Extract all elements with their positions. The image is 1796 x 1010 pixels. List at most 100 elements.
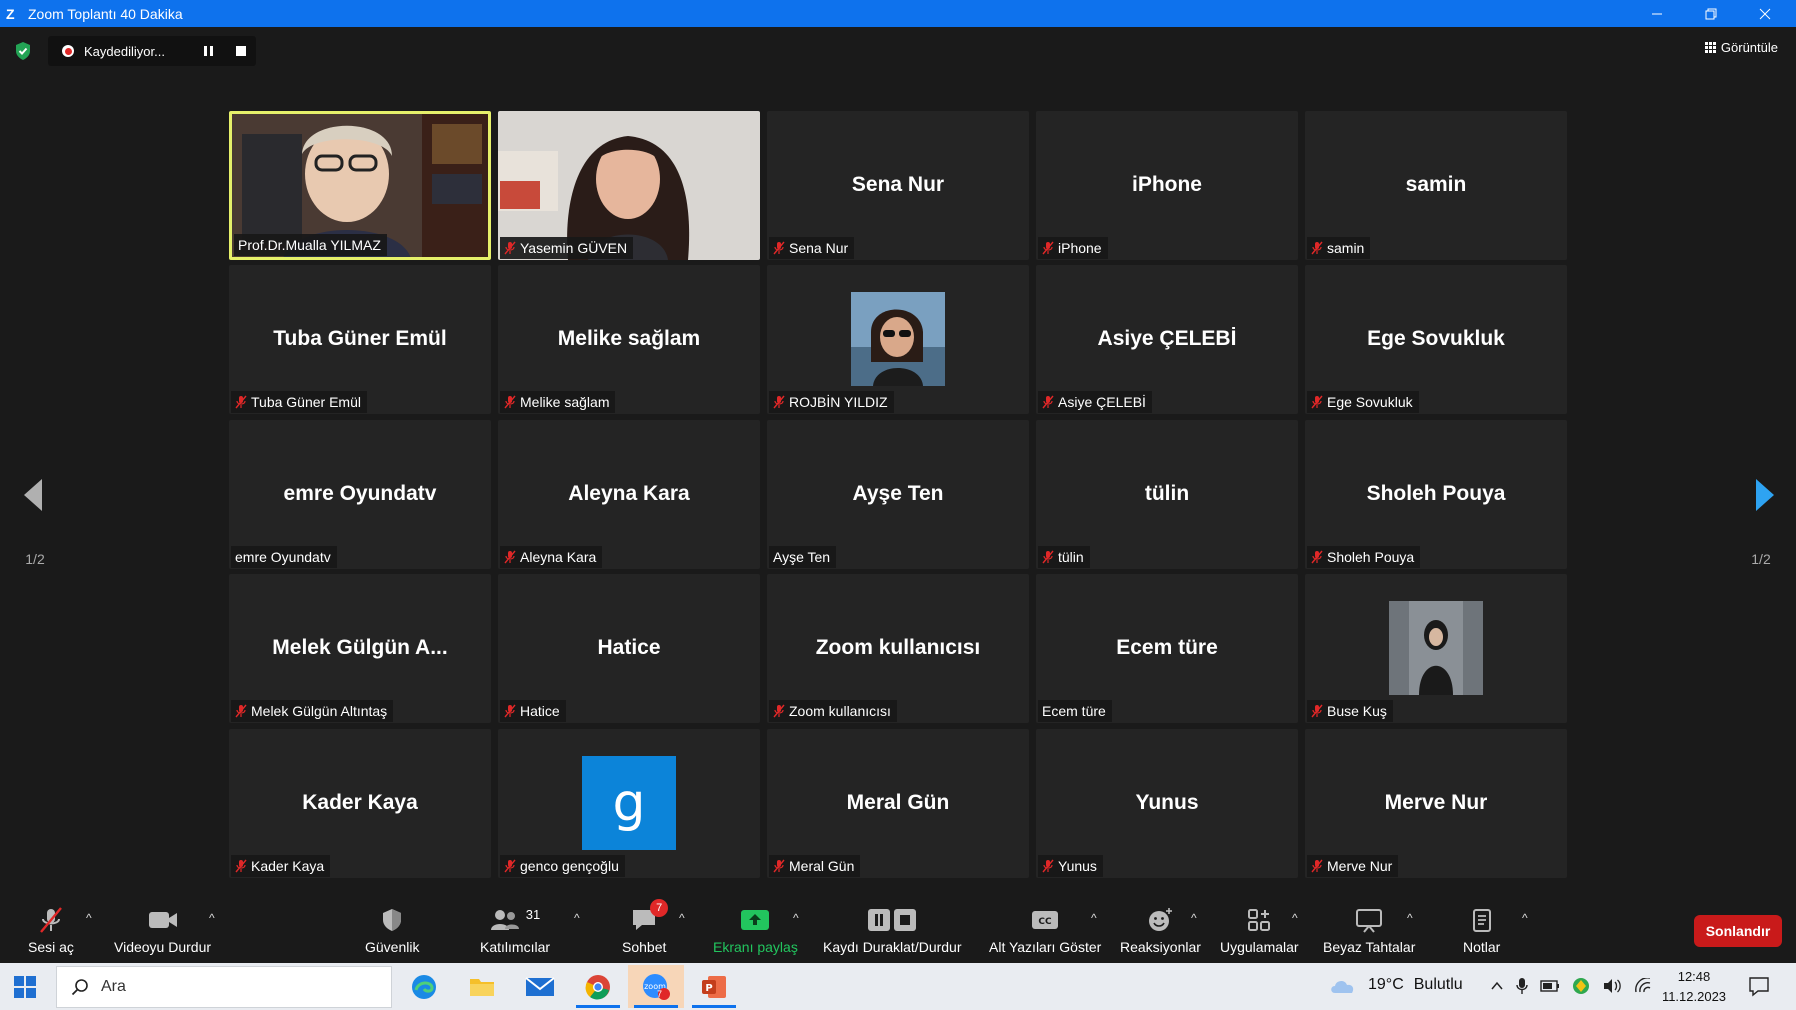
- recording-status: Kaydediliyor...: [84, 43, 165, 59]
- security-center-icon[interactable]: [1572, 977, 1590, 995]
- participant-tile[interactable]: Merve Nur Merve Nur: [1305, 729, 1567, 878]
- participant-tile[interactable]: Yunus Yunus: [1036, 729, 1298, 878]
- participant-display-name: Sholeh Pouya: [1366, 482, 1506, 505]
- participant-name: Kader Kaya: [251, 858, 325, 874]
- stop-video-button[interactable]: Videoyu Durdur: [114, 905, 211, 955]
- taskbar-file-explorer[interactable]: [454, 965, 510, 1008]
- participant-tile[interactable]: Sholeh Pouya Sholeh Pouya: [1305, 420, 1567, 569]
- volume-speaker-icon[interactable]: [1602, 978, 1622, 994]
- participant-tile[interactable]: Hatice Hatice: [498, 574, 760, 723]
- participant-tile[interactable]: Buse Kuş: [1305, 574, 1567, 723]
- participant-name: Asiye ÇELEBİ: [1058, 394, 1146, 410]
- participant-tile[interactable]: Aleyna Kara Aleyna Kara: [498, 420, 760, 569]
- taskbar-search-input[interactable]: [101, 978, 381, 996]
- recording-stop-button[interactable]: [236, 46, 246, 56]
- prev-page-arrow-icon[interactable]: [20, 475, 50, 515]
- participant-tile[interactable]: Asiye ÇELEBİ Asiye ÇELEBİ: [1036, 265, 1298, 414]
- weather-temperature: 19°C: [1368, 976, 1404, 993]
- participant-tile[interactable]: Meral Gün Meral Gün: [767, 729, 1029, 878]
- taskbar-chrome[interactable]: [570, 965, 626, 1008]
- notes-button[interactable]: Notlar: [1463, 905, 1500, 955]
- audio-options-caret-icon[interactable]: ^: [86, 911, 92, 925]
- participant-tile[interactable]: samin samin: [1305, 111, 1567, 260]
- participant-name-label: Hatice: [500, 700, 566, 722]
- participant-name-label: Sena Nur: [769, 237, 855, 259]
- security-shield-icon[interactable]: [14, 41, 32, 61]
- participant-tile[interactable]: ROJBİN YILDIZ: [767, 265, 1029, 414]
- taskbar-zoom[interactable]: zoom 7: [628, 965, 684, 1008]
- reactions-options-caret-icon[interactable]: ^: [1191, 911, 1197, 925]
- share-screen-button[interactable]: Ekranı paylaş: [713, 905, 798, 955]
- participant-display-name: Asiye ÇELEBİ: [1097, 327, 1237, 350]
- participant-tile[interactable]: Yasemin GÜVEN: [498, 111, 760, 260]
- taskbar-clock[interactable]: 12:48 11.12.2023: [1654, 967, 1734, 1007]
- apps-button[interactable]: Uygulamalar: [1220, 905, 1299, 955]
- participant-tile[interactable]: tülin tülin: [1036, 420, 1298, 569]
- chat-button[interactable]: 7 Sohbet: [622, 899, 669, 955]
- reactions-button[interactable]: Reaksiyonlar: [1120, 905, 1201, 955]
- notes-icon: [1472, 909, 1491, 932]
- shield-icon: [383, 909, 402, 931]
- taskbar-powerpoint[interactable]: P: [686, 965, 742, 1008]
- participant-tile[interactable]: g genco gençoğlu: [498, 729, 760, 878]
- participant-tile[interactable]: emre Oyundatv emre Oyundatv: [229, 420, 491, 569]
- wifi-icon[interactable]: [1634, 978, 1652, 994]
- participants-button[interactable]: 31 Katılımcılar: [480, 905, 550, 956]
- chat-options-caret-icon[interactable]: ^: [679, 911, 685, 925]
- participant-tile[interactable]: Ayşe Ten Ayşe Ten: [767, 420, 1029, 569]
- windows-start-icon[interactable]: [14, 976, 36, 998]
- participant-name: Buse Kuş: [1327, 703, 1387, 719]
- recording-pause-button[interactable]: [204, 46, 214, 56]
- participant-tile[interactable]: Tuba Güner Emül Tuba Güner Emül: [229, 265, 491, 414]
- windows-taskbar: zoom 7 P 19°C Bulutlu 12:48 11.12.2023: [0, 963, 1796, 1010]
- participant-tile[interactable]: Kader Kaya Kader Kaya: [229, 729, 491, 878]
- microphone-tray-icon[interactable]: [1516, 977, 1528, 995]
- participant-tile[interactable]: Ecem türe Ecem türe: [1036, 574, 1298, 723]
- restore-button[interactable]: [1684, 0, 1738, 27]
- whiteboards-options-caret-icon[interactable]: ^: [1407, 911, 1413, 925]
- prev-page-label: 1/2: [25, 551, 45, 567]
- share-options-caret-icon[interactable]: ^: [793, 911, 799, 925]
- participants-options-caret-icon[interactable]: ^: [574, 911, 580, 925]
- captions-options-caret-icon[interactable]: ^: [1091, 911, 1097, 925]
- whiteboards-button[interactable]: Beyaz Tahtalar: [1323, 905, 1415, 955]
- participant-name-label: Ayşe Ten: [769, 546, 837, 568]
- taskbar-edge[interactable]: [396, 965, 452, 1008]
- participant-profile-photo: [851, 292, 945, 386]
- unmute-button[interactable]: Sesi aç: [28, 905, 74, 955]
- muted-mic-icon: [773, 704, 785, 718]
- participant-name: Yunus: [1058, 858, 1097, 874]
- participant-tile[interactable]: Prof.Dr.Mualla YILMAZ: [229, 111, 491, 260]
- taskbar-mail[interactable]: [512, 965, 568, 1008]
- participant-display-name: Melike sağlam: [557, 327, 701, 350]
- participant-tile[interactable]: Ege Sovukluk Ege Sovukluk: [1305, 265, 1567, 414]
- record-label: Kaydı Duraklat/Durdur: [823, 939, 962, 955]
- participant-tile[interactable]: Zoom kullanıcısı Zoom kullanıcısı: [767, 574, 1029, 723]
- notifications-icon[interactable]: [1748, 975, 1770, 997]
- participant-tile[interactable]: iPhone iPhone: [1036, 111, 1298, 260]
- taskbar-search[interactable]: [56, 966, 392, 1008]
- pause-stop-recording-button[interactable]: Kaydı Duraklat/Durdur: [823, 905, 962, 955]
- participant-name-label: Tuba Güner Emül: [231, 391, 367, 413]
- participant-tile[interactable]: Sena Nur Sena Nur: [767, 111, 1029, 260]
- show-captions-button[interactable]: CC Alt Yazıları Göster: [989, 905, 1101, 955]
- battery-icon[interactable]: [1540, 979, 1560, 993]
- end-meeting-button[interactable]: Sonlandır: [1694, 915, 1782, 947]
- close-button[interactable]: [1738, 0, 1792, 27]
- participant-name: Ege Sovukluk: [1327, 394, 1413, 410]
- apps-options-caret-icon[interactable]: ^: [1292, 911, 1298, 925]
- muted-mic-icon: [504, 241, 516, 255]
- chat-unread-badge: 7: [650, 899, 669, 917]
- notes-options-caret-icon[interactable]: ^: [1522, 911, 1528, 925]
- participant-tile[interactable]: Melek Gülgün A... Melek Gülgün Altıntaş: [229, 574, 491, 723]
- participant-display-name: Aleyna Kara: [568, 482, 690, 505]
- view-button[interactable]: Görüntüle: [1704, 40, 1778, 55]
- participant-tile[interactable]: Melike sağlam Melike sağlam: [498, 265, 760, 414]
- next-page-arrow-icon[interactable]: [1748, 475, 1778, 515]
- recording-indicator: Kaydediliyor...: [48, 36, 256, 66]
- security-button[interactable]: Güvenlik: [365, 905, 419, 955]
- video-options-caret-icon[interactable]: ^: [209, 911, 215, 925]
- weather-widget[interactable]: 19°C Bulutlu: [1328, 975, 1463, 995]
- minimize-button[interactable]: [1630, 0, 1684, 27]
- show-hidden-icons-chevron-up-icon[interactable]: [1490, 979, 1504, 993]
